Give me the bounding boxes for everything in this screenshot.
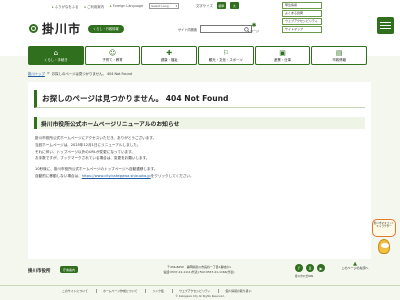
accessibility-link[interactable]: ウェブアクセシビリティ xyxy=(282,18,322,25)
page-title: お探しのページは見つかりません。 404 Not Found xyxy=(34,90,365,108)
breadcrumb-current: お探しのページは見つかりません。 404 Not Found xyxy=(51,72,132,76)
font-large-button[interactable]: 大 xyxy=(229,2,239,9)
language-select-value: Select Lang xyxy=(151,4,169,8)
notice-line: 掛川市役所公式ホームページにアクセスいただき、ありがとうございます。 xyxy=(35,136,157,140)
language-select[interactable]: Select Lang ▾ xyxy=(149,3,180,9)
chevron-down-icon: ▾ xyxy=(175,4,178,8)
footer-office-name: 掛川市役所 xyxy=(28,269,51,274)
footer-link-policy[interactable]: ホームページ作成について xyxy=(95,289,143,293)
menu-line-icon xyxy=(380,24,391,27)
manual-prefix: 自動的に移動しない場合は、 xyxy=(35,173,82,178)
font-size-controls: 文字サイズ 標準 大 xyxy=(196,2,239,9)
notice-line: 当該ホームページは、2025年12月1日にリニューアルしました。 xyxy=(35,142,141,147)
nav-item-health[interactable]: ✚ 健康・福祉 xyxy=(141,46,198,65)
breadcrumb-home[interactable]: 掛川トップ xyxy=(28,71,45,76)
furigana-link[interactable]: ふりがなをふる xyxy=(52,4,79,9)
breadcrumb: 掛川トップ > お探しのページは見つかりません。 404 Not Found xyxy=(28,71,132,76)
notice-line: お手数ですが、ブックマークされている場合は、変更をお願いします。 xyxy=(35,156,150,161)
nav-item-city-info[interactable]: ▤ 市政情報 xyxy=(311,46,368,65)
x-icon[interactable]: X xyxy=(306,264,314,272)
menu-line-icon xyxy=(380,28,391,30)
nav-label: 子育て・教育 xyxy=(102,58,123,62)
nav-item-industry[interactable]: ▣ 産業・仕事 xyxy=(254,46,311,65)
footer-links: このサイトについて ホームページ作成について リンク集 ウェブアクセシビリティ … xyxy=(56,289,257,293)
global-nav: ⌂ くらし・手続き ☺ 子育て・教育 ✚ 健康・福祉 ⚐ 観光・文化・スポーツ … xyxy=(28,46,368,65)
mascot: 掛川市マスコットキャラクター xyxy=(372,219,396,255)
page-walk-link[interactable]: ✱ ページ xyxy=(250,23,259,34)
youtube-icon[interactable]: ▶ xyxy=(317,264,325,272)
nav-item-living[interactable]: ⌂ くらし・手続き xyxy=(28,46,84,65)
main-content: お探しのページは見つかりません。 404 Not Found 掛川市役所公式ホー… xyxy=(28,82,371,259)
font-size-label: 文字サイズ xyxy=(196,4,213,8)
office-guide-button[interactable]: 庁舎案内 xyxy=(60,266,79,273)
site-search: サイト内検索 xyxy=(178,25,253,33)
site-logo[interactable]: 掛川市 くらし・行政情報 xyxy=(28,20,124,37)
hamburger-menu-button[interactable] xyxy=(377,17,394,34)
manual-redirect-line: 自動的に移動しない場合は、https://www.city.kakegawa.s… xyxy=(35,173,365,180)
child-icon: ☺ xyxy=(108,49,117,57)
nav-item-tourism[interactable]: ⚐ 観光・文化・スポーツ xyxy=(198,46,254,65)
section-title: 掛川市役所公式ホームページリニューアルのお知らせ xyxy=(34,117,365,129)
copyright: © Kakegawa City All Rights Reserved. xyxy=(175,295,225,298)
notice-line: それに伴い、トップページ以外のURLが変更になっています。 xyxy=(35,149,135,154)
redirect-notice: 10秒後に、掛川市役所公式ホームページのトップページへ自動遷移します。 xyxy=(35,167,158,172)
health-icon: ✚ xyxy=(166,49,173,57)
house-icon: ⌂ xyxy=(53,49,59,57)
logo-text: 掛川市 xyxy=(42,22,82,36)
footer-address: 〒436-8650 静岡県掛川市長谷一丁目1番地の1 電話:0537-21-11… xyxy=(104,265,294,275)
search-input[interactable] xyxy=(200,25,253,33)
footer-link-links[interactable]: リンク集 xyxy=(145,289,170,293)
menu-line-icon xyxy=(380,21,391,23)
footer-link-privacy[interactable]: 個人情報の取り扱い xyxy=(218,289,257,293)
emergency-link[interactable]: 緊急情報 xyxy=(282,2,322,9)
page-top-label: このページの先頭へ xyxy=(341,266,369,270)
nav-label: 産業・仕事 xyxy=(274,58,291,62)
nav-label: 健康・福祉 xyxy=(160,58,178,62)
footer-divider xyxy=(0,285,400,286)
city-emblem-icon xyxy=(28,23,39,34)
sitemap-link[interactable]: サイトマップ xyxy=(282,26,322,33)
city-info-icon: ▤ xyxy=(335,49,343,57)
search-label: サイト内検索 xyxy=(178,27,198,32)
guide-link[interactable]: ご利用案内 xyxy=(84,4,104,9)
industry-icon: ▣ xyxy=(279,49,286,57)
foreign-language-link[interactable]: Foreign Language xyxy=(110,4,143,8)
nav-label: くらし・手続き xyxy=(43,58,68,62)
footer-link-about[interactable]: このサイトについて xyxy=(56,289,94,293)
font-standard-button[interactable]: 標準 xyxy=(216,2,226,9)
notice-body: 掛川市役所公式ホームページにアクセスいただき、ありがとうございます。 当該ホーム… xyxy=(35,135,365,180)
utility-bar: ふりがなをふる ご利用案内 Foreign Language Select La… xyxy=(0,0,400,12)
phone-line: 電話:0537-21-1111(代表) FAX:0537-21-1166(代表) xyxy=(163,270,235,274)
tourism-icon: ⚐ xyxy=(222,49,229,57)
walk-label: ページ xyxy=(250,29,259,33)
breadcrumb-separator: > xyxy=(46,71,50,75)
mascot-bubble: 掛川市マスコットキャラクター xyxy=(372,219,396,237)
life-admin-badge[interactable]: くらし・行政情報 xyxy=(88,24,124,33)
manual-suffix: をクリックしてください。 xyxy=(150,173,194,178)
social-links: f X ▶ xyxy=(295,264,325,272)
top-page-link[interactable]: https://www.city.kakegawa.shizuoka.jp xyxy=(82,174,151,178)
nav-item-childcare[interactable]: ☺ 子育て・教育 xyxy=(84,46,141,65)
nav-label: 市政情報 xyxy=(332,58,346,62)
page-top-button[interactable]: ▲ このページの先頭へ xyxy=(340,262,370,271)
mascot-character-icon xyxy=(378,239,390,254)
header-quick-links: 緊急情報 よくある質問 ウェブアクセシビリティ サイトマップ xyxy=(282,2,322,33)
faq-link[interactable]: よくある質問 xyxy=(282,10,322,17)
footer-link-accessibility[interactable]: ウェブアクセシビリティ xyxy=(171,289,216,293)
facebook-icon[interactable]: f xyxy=(295,264,303,272)
nav-label: 観光・文化・スポーツ xyxy=(208,58,243,62)
social-label: 掛川市公式SNS xyxy=(295,275,314,278)
